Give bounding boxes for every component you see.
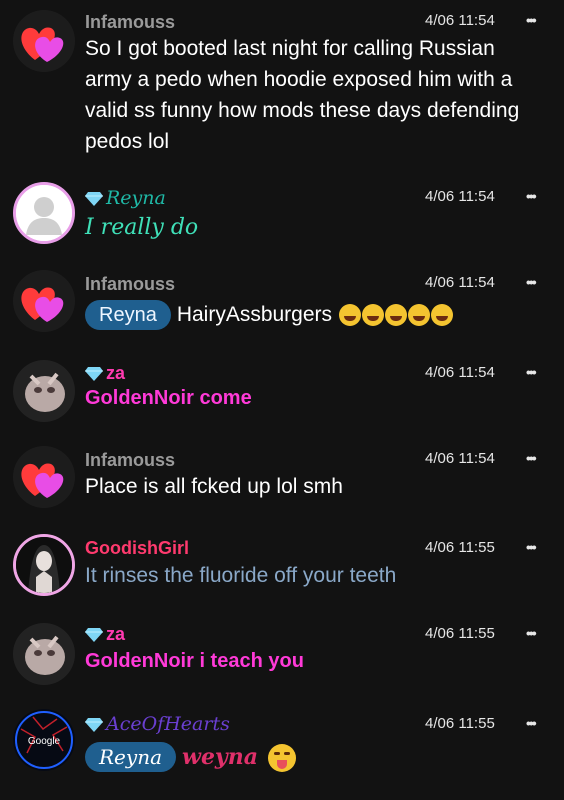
- username-text: Reyna: [106, 187, 166, 209]
- timestamp: 4/06 11:55: [425, 539, 495, 556]
- username-text: za: [106, 363, 126, 383]
- hearts-icon: [13, 10, 75, 72]
- username[interactable]: GoodishGirl: [85, 538, 189, 559]
- timestamp: 4/06 11:54: [425, 450, 495, 467]
- more-options-icon[interactable]: •••: [526, 450, 537, 466]
- diamond-icon: [85, 192, 103, 207]
- za-avatar-icon: [13, 360, 75, 422]
- username[interactable]: Infamouss: [85, 450, 175, 471]
- message-body: HairyAssburgers: [176, 303, 333, 326]
- more-options-icon[interactable]: •••: [526, 274, 537, 290]
- timestamp: 4/06 11:54: [425, 364, 495, 381]
- message-text: Reyna HairyAssburgers: [85, 299, 540, 330]
- hearts-icon: [13, 270, 75, 332]
- avatar-za[interactable]: [13, 360, 75, 422]
- message-text: GoldenNoir i teach you: [85, 650, 304, 672]
- diamond-icon: [85, 718, 103, 733]
- diamond-icon: [85, 367, 103, 382]
- message-text: It rinses the fluoride off your teeth: [85, 564, 397, 587]
- message-text: GoldenNoir come: [85, 387, 252, 409]
- goodishgirl-avatar-icon: [16, 537, 72, 593]
- avatar-heart[interactable]: [13, 446, 75, 508]
- avatar-default[interactable]: [13, 182, 75, 244]
- message-item: Infamouss 4/06 11:54 ••• Place is all fc…: [0, 438, 564, 523]
- message-item: Reyna 4/06 11:54 ••• I really do: [0, 172, 564, 257]
- avatar-za[interactable]: [13, 623, 75, 685]
- username-text: AceOfHearts: [106, 713, 230, 735]
- message-item: GoodishGirl 4/06 11:55 ••• It rinses the…: [0, 525, 564, 610]
- message-item: Google AceOfHearts 4/06 11:55 ••• Reyna w…: [0, 702, 564, 800]
- google-logo-avatar-icon: Google: [13, 709, 75, 771]
- laughing-emoji-icon: [338, 303, 453, 327]
- timestamp: 4/06 11:55: [425, 715, 495, 732]
- message-item: Infamouss 4/06 11:54 ••• So I got booted…: [0, 0, 564, 170]
- message-text: I really do: [85, 215, 199, 240]
- mention-pill[interactable]: Reyna: [85, 742, 176, 772]
- message-text: Reyna weyna: [85, 742, 540, 773]
- avatar-goodishgirl[interactable]: [13, 534, 75, 596]
- message-item: za 4/06 11:55 ••• GoldenNoir i teach you: [0, 613, 564, 698]
- more-options-icon[interactable]: •••: [526, 188, 537, 204]
- more-options-icon[interactable]: •••: [526, 715, 537, 731]
- message-item: za 4/06 11:54 ••• GoldenNoir come: [0, 350, 564, 435]
- more-options-icon[interactable]: •••: [526, 364, 537, 380]
- tongue-emoji-icon: [267, 744, 296, 773]
- username[interactable]: AceOfHearts: [85, 713, 230, 735]
- timestamp: 4/06 11:54: [425, 12, 495, 29]
- message-item: Infamouss 4/06 11:54 ••• Reyna HairyAssbu…: [0, 260, 564, 345]
- hearts-icon: [13, 446, 75, 508]
- timestamp: 4/06 11:55: [425, 625, 495, 642]
- more-options-icon[interactable]: •••: [526, 625, 537, 641]
- mention-pill[interactable]: Reyna: [85, 300, 171, 330]
- username[interactable]: Infamouss: [85, 12, 175, 33]
- avatar-heart[interactable]: [13, 270, 75, 332]
- avatar-logo-text: Google: [28, 736, 61, 747]
- message-body: weyna: [182, 744, 258, 770]
- username[interactable]: Infamouss: [85, 274, 175, 295]
- diamond-icon: [85, 628, 103, 643]
- timestamp: 4/06 11:54: [425, 188, 495, 205]
- username[interactable]: Reyna: [85, 187, 166, 209]
- more-options-icon[interactable]: •••: [526, 12, 537, 28]
- default-user-icon: [16, 185, 72, 241]
- more-options-icon[interactable]: •••: [526, 539, 537, 555]
- username[interactable]: za: [85, 363, 125, 384]
- message-text: Place is all fcked up lol smh: [85, 475, 343, 498]
- za-avatar-icon: [13, 623, 75, 685]
- timestamp: 4/06 11:54: [425, 274, 495, 291]
- username-text: za: [106, 624, 126, 644]
- avatar-aceofhearts[interactable]: Google: [13, 709, 75, 771]
- avatar-heart[interactable]: [13, 10, 75, 72]
- message-text: So I got booted last night for calling R…: [85, 37, 520, 153]
- username[interactable]: za: [85, 624, 125, 645]
